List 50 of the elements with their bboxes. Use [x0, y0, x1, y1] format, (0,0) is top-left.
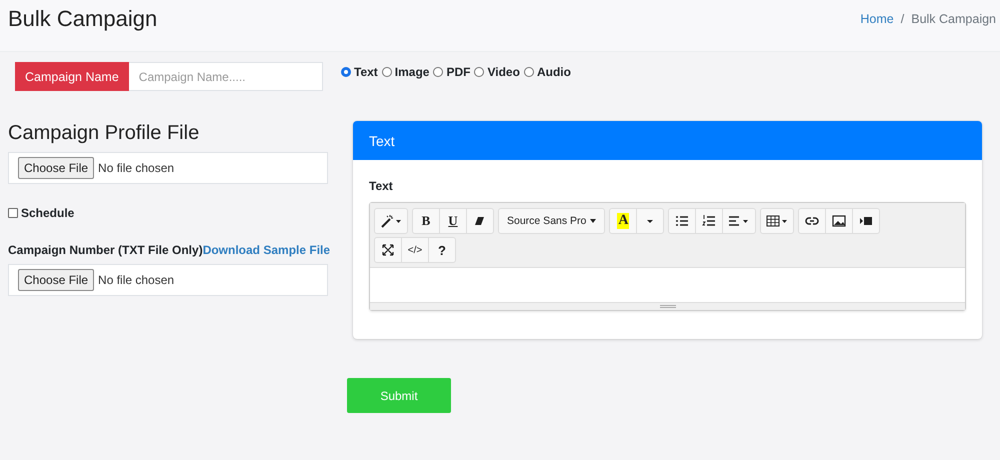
- section-heading: Campaign Profile File: [8, 122, 200, 145]
- video-button[interactable]: [852, 208, 880, 234]
- align-icon: [728, 214, 750, 228]
- download-link[interactable]: Download Sample File: [202, 243, 330, 257]
- image-icon: [832, 214, 846, 228]
- message-type-radio[interactable]: PDF: [433, 65, 470, 79]
- fullscreen-button[interactable]: [374, 237, 402, 263]
- table-icon: [766, 214, 788, 228]
- color-dropdown-button[interactable]: [636, 208, 664, 234]
- bold-button[interactable]: B: [412, 208, 440, 234]
- font-dropdown[interactable]: Source Sans Pro: [498, 208, 606, 234]
- message-type-radio[interactable]: Video: [474, 65, 520, 79]
- breadcrumb-link[interactable]: Home: [860, 12, 894, 26]
- campaign-name-label: Campaign Name: [15, 62, 129, 91]
- text-color-button[interactable]: A: [609, 208, 638, 234]
- magic-wand-icon: [380, 214, 402, 228]
- file-status: No file chosen: [98, 273, 174, 287]
- numbered-list-button[interactable]: [695, 208, 724, 234]
- bullet-list-button[interactable]: [668, 208, 696, 234]
- card-title: Text: [369, 132, 395, 148]
- file-input[interactable]: Choose File No file chosen: [8, 264, 328, 296]
- numbered-list-icon: [702, 214, 716, 228]
- underline-button[interactable]: U: [439, 208, 467, 234]
- campaign-name-field[interactable]: Campaign Name.....: [128, 62, 323, 91]
- file-input[interactable]: Choose File No file chosen: [8, 152, 328, 184]
- link-button[interactable]: [798, 208, 826, 234]
- message-type-radio[interactable]: Text: [341, 65, 378, 79]
- choose-file-button[interactable]: Choose File: [18, 269, 94, 291]
- field-label: Text: [369, 179, 394, 193]
- choose-file-button[interactable]: Choose File: [18, 157, 94, 179]
- message-type-radio[interactable]: Audio: [524, 65, 571, 79]
- eraser-icon: [473, 214, 487, 228]
- bullet-list-icon: [675, 214, 690, 228]
- image-button[interactable]: [825, 208, 854, 234]
- help-button[interactable]: ?: [428, 237, 456, 263]
- video-icon: [859, 214, 874, 228]
- page-title: Bulk Campaign: [8, 6, 158, 32]
- align-button[interactable]: [722, 208, 756, 234]
- code-view-button[interactable]: </>: [401, 237, 429, 263]
- message-type-radio[interactable]: Image: [382, 65, 430, 79]
- breadcrumb-separator: /: [900, 12, 904, 26]
- resize-handle[interactable]: [370, 302, 965, 310]
- schedule-checkbox[interactable]: Schedule: [8, 206, 328, 220]
- eraser-button[interactable]: [466, 208, 494, 234]
- table-button[interactable]: [760, 208, 794, 234]
- fullscreen-icon: [381, 243, 395, 257]
- file-status: No file chosen: [98, 161, 174, 175]
- magic-wand-button[interactable]: [374, 208, 408, 234]
- field-label: Campaign Number (TXT File Only): [8, 243, 203, 257]
- breadcrumb-current: Bulk Campaign: [911, 12, 996, 26]
